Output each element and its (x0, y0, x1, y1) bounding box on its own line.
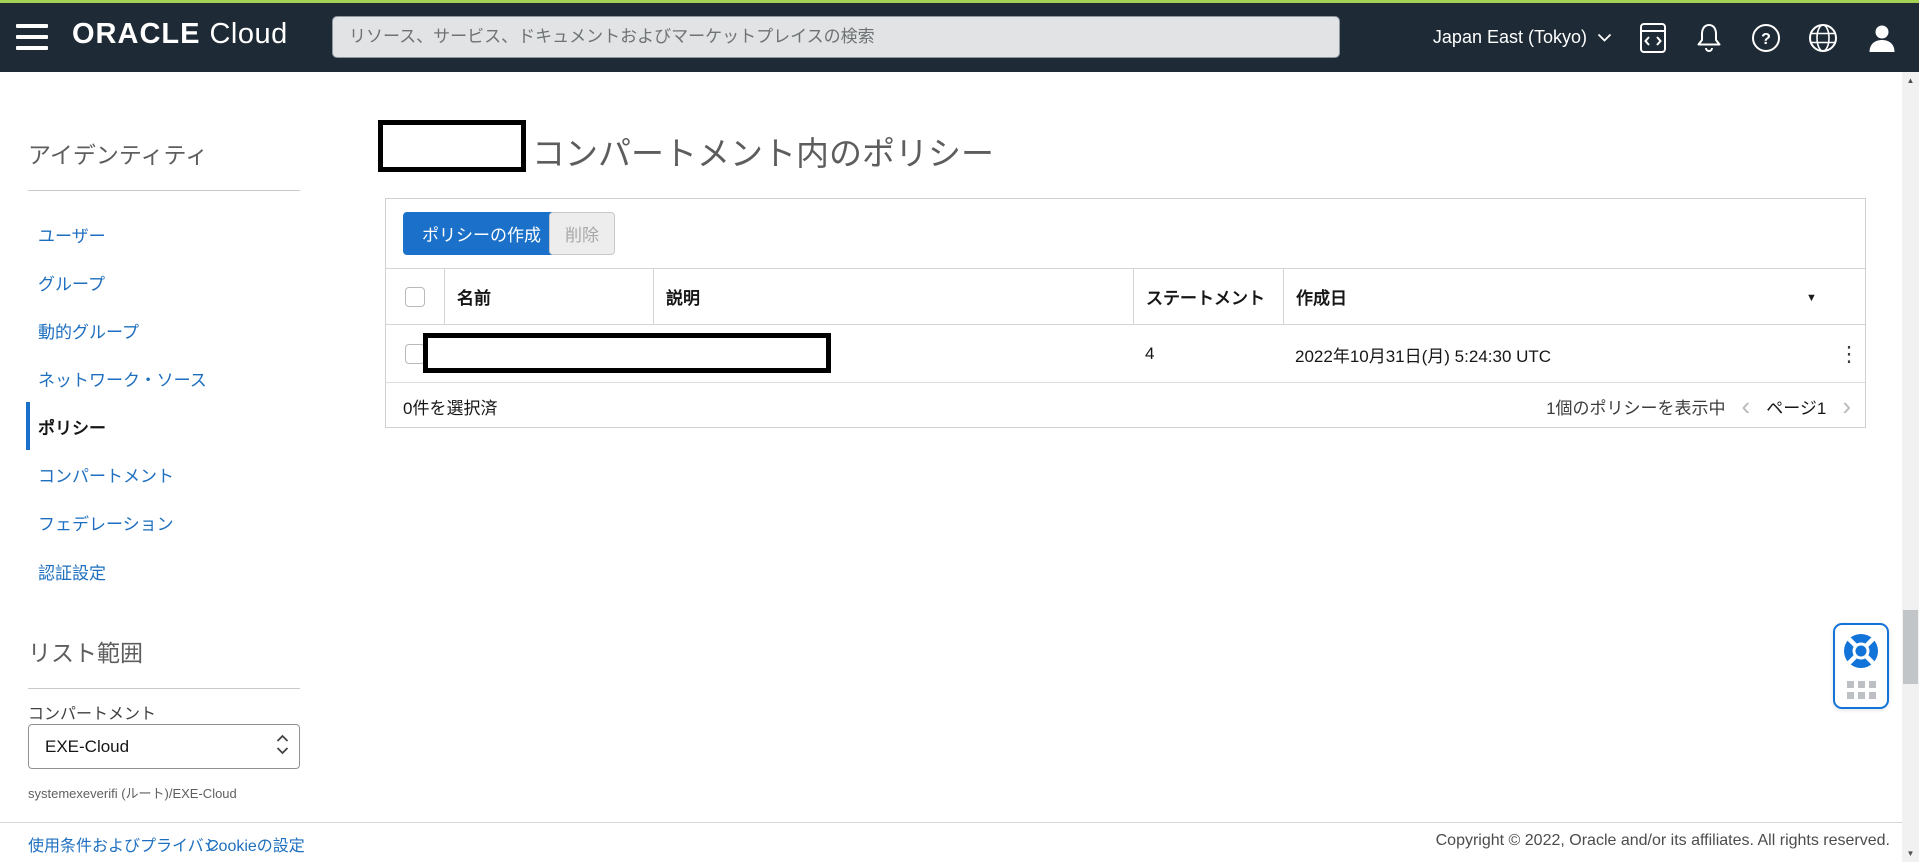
drag-dots-icon (1847, 681, 1876, 699)
notifications-bell-icon[interactable] (1694, 22, 1724, 54)
sidebar-item-network-sources[interactable]: ネットワーク・ソース (38, 366, 207, 391)
sidebar-item-groups[interactable]: グループ (38, 270, 105, 295)
select-stepper-icon (276, 734, 289, 755)
language-globe-icon[interactable] (1808, 23, 1838, 53)
cell-statements: 4 (1133, 326, 1283, 382)
table-header-row: 名前 説明 ステートメント 作成日 ▼ (386, 268, 1865, 325)
selected-count: 0件を選択済 (403, 394, 497, 419)
scroll-down-icon[interactable]: ▼ (1902, 845, 1919, 862)
select-all-cell (386, 269, 444, 324)
page-title: コンパートメント内のポリシー (532, 127, 994, 175)
row-checkbox[interactable] (405, 344, 425, 364)
sidebar-item-compartments[interactable]: コンパートメント (38, 462, 174, 487)
select-all-checkbox[interactable] (405, 287, 425, 307)
sidebar-section-identity: アイデンティティ (28, 136, 208, 170)
sidebar-divider (28, 190, 300, 191)
compartment-path: systemexeverifi (ルート)/EXE-Cloud (28, 783, 237, 802)
cookie-settings-link[interactable]: Cookieの設定 (207, 832, 305, 856)
compartment-label: コンパートメント (28, 700, 156, 724)
region-label: Japan East (Tokyo) (1433, 27, 1587, 48)
footer-divider (0, 822, 1902, 823)
delete-button[interactable]: 削除 (549, 212, 615, 255)
oracle-cloud-logo[interactable]: ORACLE Cloud (72, 18, 288, 51)
chevron-down-icon (1597, 33, 1612, 43)
region-selector[interactable]: Japan East (Tokyo) (1433, 27, 1612, 48)
row-menu-icon[interactable]: ⋮ (1834, 326, 1864, 382)
table-footer: 0件を選択済 1個のポリシーを表示中 ‹ ページ1 › (386, 384, 1865, 428)
oracle-cloud-console: ORACLE Cloud Japan East (Tokyo) (0, 0, 1919, 862)
redacted-compartment-name (378, 120, 526, 172)
search-input[interactable] (332, 16, 1340, 58)
page-prev-icon[interactable]: ‹ (1742, 393, 1751, 419)
column-header-created[interactable]: 作成日 (1283, 269, 1866, 324)
brand-cloud: Cloud (209, 18, 287, 50)
page-next-icon[interactable]: › (1842, 393, 1851, 419)
floating-help-widget[interactable] (1833, 623, 1889, 709)
create-policy-button[interactable]: ポリシーの作成 (403, 212, 560, 255)
life-preserver-icon (1841, 631, 1881, 671)
cell-created: 2022年10月31日(月) 5:24:30 UTC (1283, 326, 1823, 382)
column-header-statements[interactable]: ステートメント (1133, 269, 1283, 324)
selected-item-indicator (26, 402, 30, 450)
user-avatar-icon[interactable] (1865, 21, 1899, 55)
compartment-select-value: EXE-Cloud (45, 737, 129, 757)
svg-text:?: ? (1761, 31, 1771, 48)
copyright-text: Copyright © 2022, Oracle and/or its affi… (1436, 832, 1890, 850)
showing-count: 1個のポリシーを表示中 (1546, 394, 1725, 419)
redacted-policy-name (423, 333, 831, 373)
topbar-right-controls: Japan East (Tokyo) (1433, 3, 1899, 72)
terms-privacy-link[interactable]: 使用条件およびプライバシ (28, 832, 220, 856)
sidebar-item-authentication-settings[interactable]: 認証設定 (38, 559, 106, 584)
page-number: ページ1 (1766, 394, 1826, 419)
compartment-select[interactable]: EXE-Cloud (28, 724, 300, 769)
policies-panel: ポリシーの作成 削除 名前 説明 ステートメント 作成日 ▼ 4 2022年10… (385, 198, 1866, 428)
table-toolbar: ポリシーの作成 削除 (386, 199, 1865, 268)
top-navigation-bar: ORACLE Cloud Japan East (Tokyo) (0, 3, 1919, 72)
help-icon[interactable]: ? (1751, 23, 1781, 53)
scroll-up-icon[interactable]: ▲ (1902, 72, 1919, 89)
sidebar-item-federation[interactable]: フェデレーション (38, 510, 174, 535)
brand-oracle: ORACLE (72, 18, 200, 50)
sidebar-divider-2 (28, 688, 300, 689)
sidebar-section-list-scope: リスト範囲 (28, 634, 143, 668)
pagination: 1個のポリシーを表示中 ‹ ページ1 › (1546, 393, 1851, 419)
column-header-name[interactable]: 名前 (444, 269, 653, 324)
cloud-shell-icon[interactable] (1639, 22, 1667, 54)
sidebar-item-users[interactable]: ユーザー (38, 222, 106, 247)
sort-descending-icon[interactable]: ▼ (1806, 292, 1817, 304)
vertical-scrollbar[interactable]: ▲ ▼ (1902, 72, 1919, 862)
table-row[interactable]: 4 2022年10月31日(月) 5:24:30 UTC ⋮ (386, 326, 1865, 383)
sidebar-item-policies[interactable]: ポリシー (38, 414, 106, 439)
sidebar-item-dynamic-groups[interactable]: 動的グループ (38, 318, 139, 343)
hamburger-menu-icon[interactable] (16, 24, 50, 50)
column-header-description[interactable]: 説明 (653, 269, 1133, 324)
scrollbar-thumb[interactable] (1903, 610, 1918, 684)
